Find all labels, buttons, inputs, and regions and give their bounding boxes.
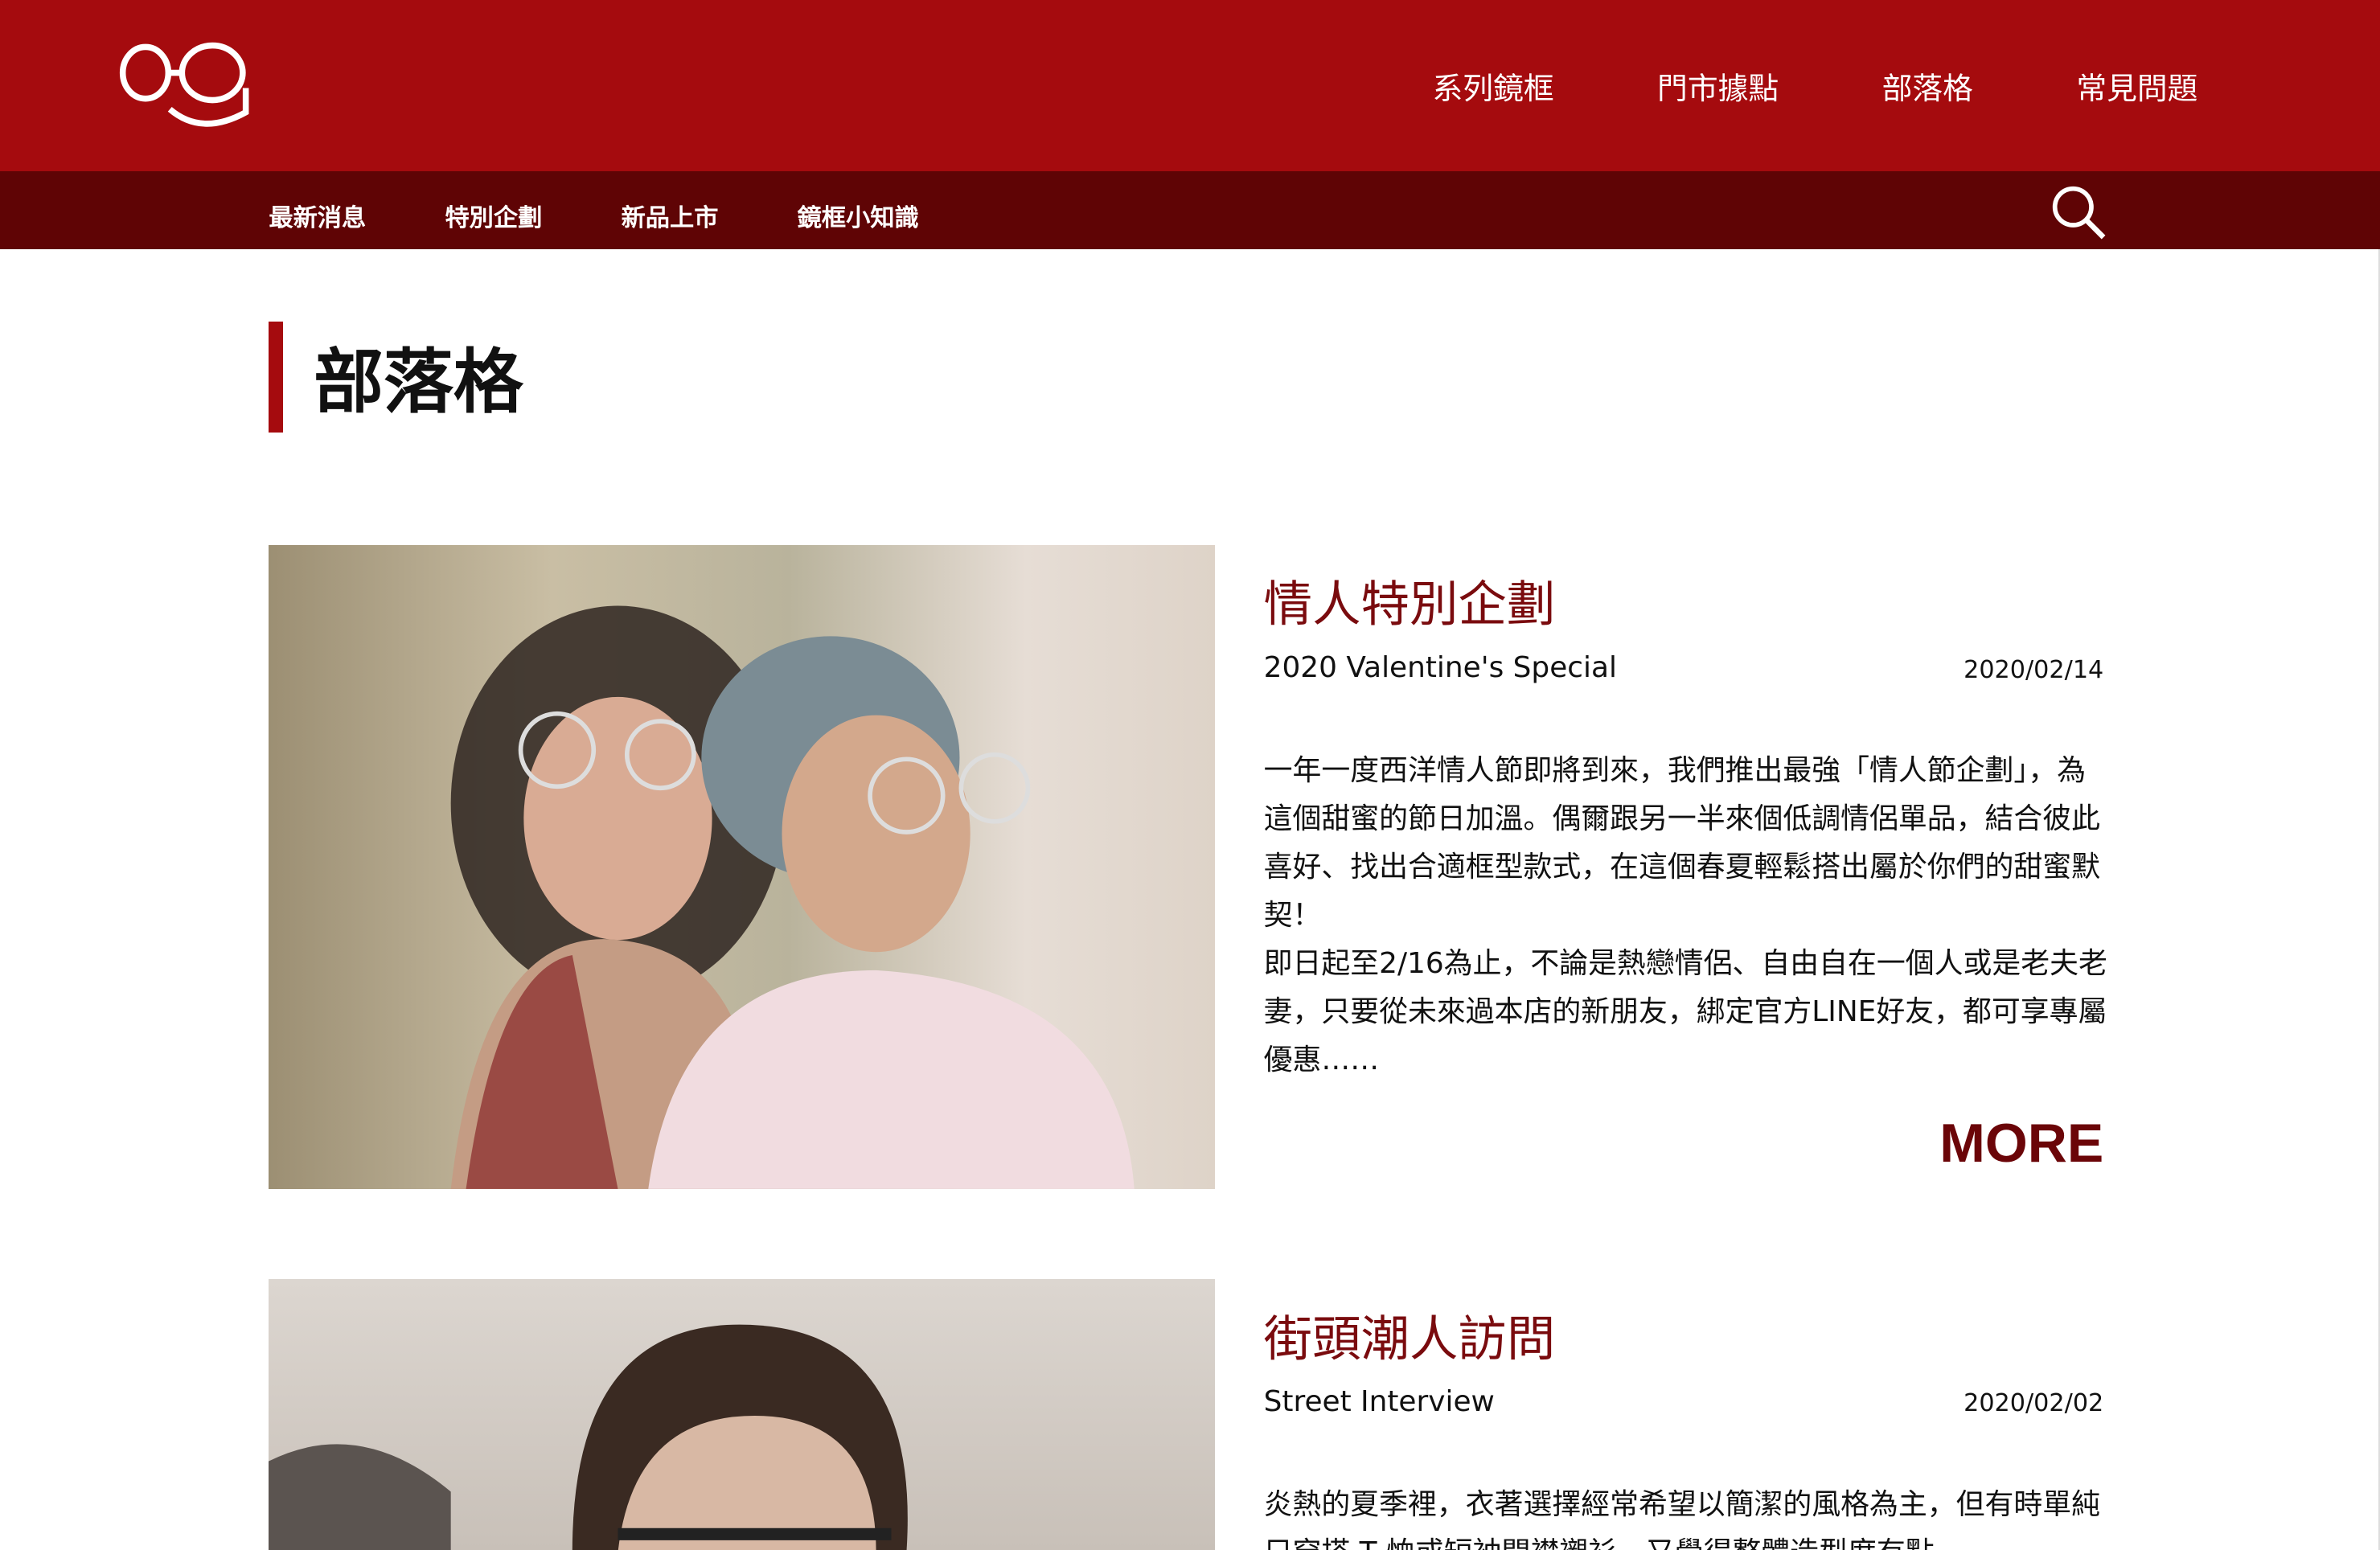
article-date: 2020/02/02: [1964, 1389, 2104, 1418]
subnav-knowledge[interactable]: 鏡框小知識: [798, 198, 919, 233]
article-excerpt: 一年一度西洋情人節即將到來，我們推出最強「情人節企劃」，為這個甜蜜的節日加溫。偶…: [1264, 747, 2108, 1084]
article-title[interactable]: 情人特別企劃: [1264, 565, 1556, 635]
subnav-new[interactable]: 新品上市: [622, 198, 719, 233]
article-image[interactable]: [269, 545, 1216, 1190]
page: 系列鏡框 門市據點 部落格 常見問題 最新消息 特別企劃 新品上市 鏡框小知識 …: [0, 0, 2380, 1550]
article-excerpt-p2: 即日起至2/16為止，不論是熱戀情侶、自由自在一個人或是老夫老妻，只要從未來過本…: [1263, 946, 2107, 1076]
subnav-special[interactable]: 特別企劃: [445, 198, 542, 233]
article-image[interactable]: [269, 1278, 1216, 1550]
article-subtitle: 2020 Valentine's Special: [1263, 651, 1617, 685]
article-subtitle: Street Interview: [1263, 1384, 1495, 1418]
page-title: 部落格: [269, 322, 523, 433]
glasses-logo-icon[interactable]: [118, 39, 255, 134]
article-date: 2020/02/14: [1964, 656, 2104, 685]
article-excerpt: 炎熱的夏季裡，衣著選擇經常希望以簡潔的風格為主，但有時單純只穿搭 T 恤或短袖開…: [1263, 1487, 2101, 1550]
search-icon[interactable]: [2050, 184, 2108, 248]
article-title[interactable]: 街頭潮人訪問: [1264, 1300, 1556, 1370]
main-nav: 系列鏡框 門市據點 部落格 常見問題: [1433, 64, 2198, 108]
nav-frames[interactable]: 系列鏡框: [1433, 64, 1554, 108]
nav-blog[interactable]: 部落格: [1882, 64, 1973, 108]
sub-nav: 最新消息 特別企劃 新品上市 鏡框小知識: [269, 198, 918, 233]
nav-stores[interactable]: 門市據點: [1657, 64, 1779, 108]
nav-faq[interactable]: 常見問題: [2076, 64, 2197, 108]
subnav-news[interactable]: 最新消息: [269, 198, 366, 233]
more-button[interactable]: MORE: [1939, 1112, 2103, 1175]
article-excerpt-p1: 一年一度西洋情人節即將到來，我們推出最強「情人節企劃」，為這個甜蜜的節日加溫。偶…: [1263, 754, 2101, 932]
